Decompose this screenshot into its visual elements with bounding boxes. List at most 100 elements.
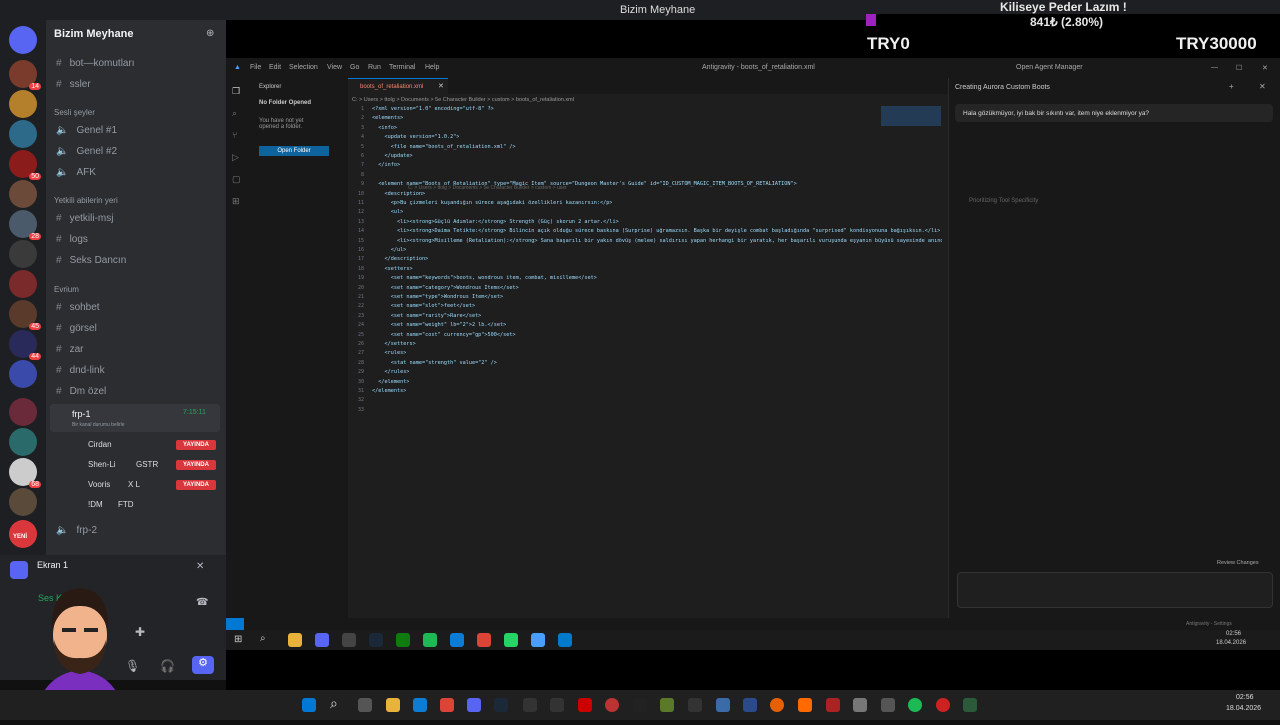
run-debug-icon[interactable]: ▷ [232, 152, 239, 163]
discord-icon[interactable] [467, 698, 481, 712]
channel-dnd-link[interactable]: # dnd-link [56, 365, 105, 376]
code-line[interactable]: <set name="slot">feet</set> [372, 303, 475, 309]
clock[interactable]: 02:56 [1236, 694, 1254, 701]
app-icon[interactable] [550, 698, 564, 712]
file-explorer-icon[interactable] [386, 698, 400, 712]
maximize-icon[interactable]: ☐ [1236, 64, 1242, 72]
code-line[interactable]: <element name="Boots of Retaliation" typ… [372, 181, 797, 187]
server-icon[interactable]: 14 [9, 60, 41, 90]
source-control-icon[interactable]: ⑂ [232, 130, 237, 140]
code-line[interactable]: <set name="rarity">Rare</set> [372, 313, 482, 319]
channel-yetkili-msj[interactable]: # yetkili-msj [56, 213, 113, 224]
app-icon[interactable] [963, 698, 977, 712]
app-icon[interactable] [853, 698, 867, 712]
app-icon[interactable] [716, 698, 730, 712]
voice-user[interactable]: Shen-Li GSTR YAYINDA [58, 460, 228, 474]
menu-edit[interactable]: Edit [269, 64, 281, 71]
minimap[interactable] [881, 106, 941, 126]
server-icon[interactable] [9, 270, 37, 298]
server-name[interactable]: Bizim Meyhane [54, 28, 133, 40]
close-icon[interactable]: ✕ [196, 561, 204, 572]
files-icon[interactable]: ❐ [232, 86, 240, 97]
voice-user[interactable]: Vooris X L YAYINDA [58, 480, 228, 494]
active-voice-channel[interactable]: frp-1 7:15:11 Bir kanal durumu belirle [50, 404, 220, 432]
menu-view[interactable]: View [327, 64, 342, 71]
app-icon[interactable] [578, 698, 592, 712]
server-icon[interactable] [9, 180, 37, 208]
code-line[interactable]: </update> [372, 153, 412, 159]
voice-user[interactable]: !DM FTD [58, 500, 228, 514]
date[interactable]: 18.04.2026 [1226, 705, 1261, 712]
app-icon[interactable] [826, 698, 840, 712]
code-line[interactable]: </element> [372, 379, 409, 385]
menu-selection[interactable]: Selection [289, 64, 318, 71]
code-line[interactable]: </description> [372, 256, 428, 262]
spotify-icon[interactable] [423, 633, 437, 647]
menu-run[interactable]: Run [368, 64, 381, 71]
code-line[interactable]: <file name="boots_of_retaliation.xml" /> [372, 144, 516, 150]
firefox-icon[interactable] [770, 698, 784, 712]
headphones-icon[interactable]: 🎧 [160, 659, 175, 673]
category-evrium[interactable]: Evrium [54, 285, 79, 294]
chat-input[interactable] [957, 572, 1273, 608]
vscode-icon[interactable] [558, 633, 572, 647]
terminal-icon[interactable] [342, 633, 356, 647]
app-icon[interactable] [688, 698, 702, 712]
app-icon[interactable] [798, 698, 812, 712]
code-line[interactable]: <li><strong>Misilleme (Retaliation):</st… [372, 238, 942, 244]
channel-status[interactable]: Bir kanal durumu belirle [72, 422, 125, 428]
code-line[interactable]: <li><strong>Daima Tetikte:</strong> Bili… [372, 228, 940, 234]
folder-icon[interactable] [9, 360, 37, 388]
close-tab-icon[interactable]: ✕ [438, 82, 444, 90]
app-icon[interactable] [936, 698, 950, 712]
edge-icon[interactable] [413, 698, 427, 712]
remote-indicator[interactable] [226, 618, 244, 630]
search-icon[interactable]: ⌕ [232, 108, 237, 119]
code-line[interactable]: <update version="1.0.2"> [372, 134, 459, 140]
menu-go[interactable]: Go [350, 64, 359, 71]
activities-icon[interactable]: ✚ [135, 625, 145, 639]
chrome-icon[interactable] [477, 633, 491, 647]
channel-sohbet[interactable]: # sohbet [56, 302, 100, 313]
code-line[interactable]: <set name="keywords">boots, wondrous ite… [372, 275, 597, 281]
search-icon[interactable]: ⌕ [330, 695, 338, 712]
app-icon[interactable] [881, 698, 895, 712]
server-icon[interactable]: 45 [9, 300, 41, 330]
channel-gorsel[interactable]: # görsel [56, 323, 97, 334]
code-line[interactable]: </rules> [372, 369, 409, 375]
code-line[interactable]: </info> [372, 162, 400, 168]
code-line[interactable]: <ul> [372, 209, 404, 215]
channel-bot-komutlari[interactable]: # bot—komutları [56, 58, 135, 69]
server-icon[interactable]: 28 [9, 210, 41, 240]
code-line[interactable]: </elements> [372, 388, 406, 394]
menu-terminal[interactable]: Terminal [389, 64, 415, 71]
capcut-icon[interactable] [633, 698, 647, 712]
voice-channel-genel-2[interactable]: 🔈 Genel #2 [56, 146, 117, 157]
code-line[interactable]: <set name="cost" currency="gp">500</set> [372, 332, 516, 338]
code-line[interactable]: <?xml version="1.0" encoding="utf-8" ?> [372, 106, 494, 112]
remote-icon[interactable]: ▢ [232, 174, 241, 185]
code-line[interactable]: <set name="category">Wondrous Items</set… [372, 285, 519, 291]
menu-file[interactable]: File [250, 64, 261, 71]
code-line[interactable]: <set name="weight" lb="2">2 lb.</set> [372, 322, 507, 328]
code-line[interactable]: </setters> [372, 341, 415, 347]
whatsapp-icon[interactable] [504, 633, 518, 647]
minimize-icon[interactable]: — [1211, 64, 1218, 71]
xbox-icon[interactable] [396, 633, 410, 647]
open-folder-button[interactable]: Open Folder [259, 146, 329, 156]
steam-icon[interactable] [494, 698, 508, 712]
start-icon[interactable] [302, 698, 316, 712]
obs-icon[interactable] [605, 698, 619, 712]
chrome-icon[interactable] [440, 698, 454, 712]
code-line[interactable]: <p>Bu çizmeleri kuşandığın sürece aşağıd… [372, 200, 613, 206]
server-icon[interactable]: 44 [9, 330, 41, 360]
server-icon[interactable] [9, 488, 37, 516]
task-view-icon[interactable] [358, 698, 372, 712]
status-settings[interactable]: Antigravity - Settings [1186, 621, 1232, 627]
app-icon[interactable] [660, 698, 674, 712]
close-icon[interactable]: ✕ [1262, 64, 1268, 72]
category-voice[interactable]: Sesli şeyler [54, 108, 95, 117]
server-icon[interactable] [9, 90, 37, 118]
start-icon[interactable]: ⊞ [234, 634, 242, 645]
open-agent-manager[interactable]: Open Agent Manager [1016, 64, 1083, 71]
